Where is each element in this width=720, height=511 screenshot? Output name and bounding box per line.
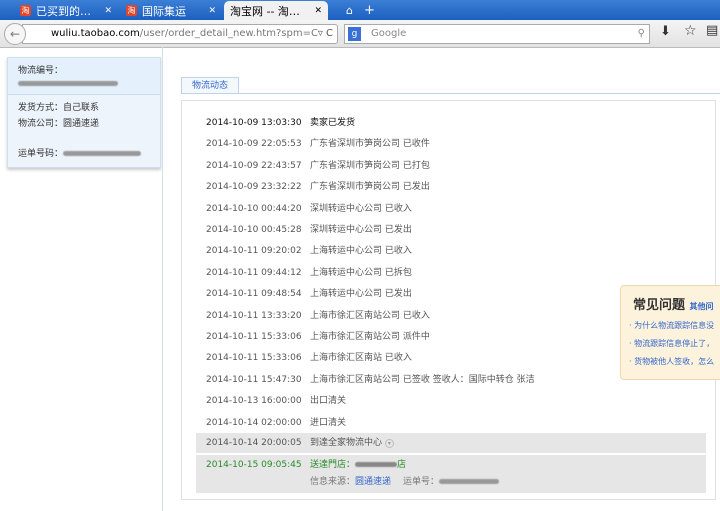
timeline-row: 2014-10-11 09:20:02 上海转运中心公司 已收入: [196, 241, 706, 261]
browser-tab[interactable]: 淘国际集运 ✕: [120, 1, 222, 20]
event-time: 2014-10-11 15:33:06: [206, 332, 302, 342]
google-icon: g: [348, 27, 361, 41]
event-description: 深圳转运中心公司 已发出: [310, 225, 412, 235]
faq-item[interactable]: · 货物被他人签收，怎么: [629, 353, 717, 371]
event-description: 上海转运中心公司 已拆包: [310, 267, 412, 278]
divider: [181, 93, 720, 94]
faq-panel: 常见问题 其他问 · 为什么物流跟踪信息没 · 物流跟踪信息停止了， · 货物被…: [620, 285, 720, 380]
event-time: 2014-10-09 13:03:30: [206, 118, 302, 128]
faq-item[interactable]: · 为什么物流跟踪信息没: [629, 317, 717, 335]
timeline-row: 2014-10-15 09:05:45 送達門店：店信息来源：圆通速递 运单号：: [196, 455, 706, 493]
reload-icon[interactable]: ▿ C: [318, 25, 333, 43]
taobao-icon: 淘: [126, 5, 137, 16]
navigation-bar: wuliu.taobao.com/user/order_detail_new.h…: [0, 20, 720, 48]
event-time: 2014-10-11 15:33:06: [206, 353, 302, 364]
timeline-row: 2014-10-09 22:43:57 广东省深圳市笋岗公司 已打包: [196, 156, 706, 176]
timeline-row: 2014-10-10 00:44:20 深圳转运中心公司 已收入: [196, 199, 706, 219]
event-description: 深圳转运中心公司 已收入: [310, 203, 412, 214]
browser-tab-bar: 淘已买到的… ✕ 淘国际集运 ✕ 淘宝网 -- 淘… ✕ ⌂ +: [0, 0, 720, 20]
order-info-panel: 物流编号： 发货方式：自己联系 物流公司：圆通速递 运单号码：: [7, 57, 161, 168]
event-time: 2014-10-11 13:33:20: [206, 310, 302, 321]
expand-icon[interactable]: ▾: [384, 439, 394, 448]
event-time: 2014-10-10 00:44:20: [206, 203, 302, 214]
event-description: 上海转运中心公司 已收入: [310, 246, 412, 257]
timeline-row: 2014-10-09 13:03:30 卖家已发货: [196, 113, 706, 133]
source-info: 信息来源：圆通速递 运单号：: [310, 472, 500, 492]
browser-tab[interactable]: 淘已买到的… ✕: [14, 1, 118, 20]
carrier-link[interactable]: 圆通速递: [355, 477, 391, 487]
close-icon[interactable]: ✕: [208, 6, 216, 16]
event-time: 2014-10-11 09:20:02: [206, 246, 302, 257]
event-time: 2014-10-14 20:00:05: [206, 438, 302, 448]
event-description: 出口清关: [310, 396, 347, 407]
timeline-row: 2014-10-09 23:32:22 广东省深圳市笋岗公司 已发出: [196, 177, 706, 197]
event-time: 2014-10-11 09:44:12: [206, 267, 302, 278]
event-time: 2014-10-11 15:47:30: [206, 374, 302, 385]
bookmark-star-icon[interactable]: ☆: [684, 23, 697, 39]
event-time: 2014-10-09 22:05:53: [206, 139, 302, 150]
download-icon[interactable]: ⬇: [660, 24, 671, 39]
event-description: 上海市徐汇区南站公司 派件中: [310, 332, 430, 342]
faq-item[interactable]: · 物流跟踪信息停止了，: [629, 335, 717, 353]
timeline-row: 2014-10-09 22:05:53 广东省深圳市笋岗公司 已收件: [196, 134, 706, 154]
redacted-waybill: [439, 479, 500, 484]
event-description: 进口清关: [310, 417, 347, 428]
close-icon[interactable]: ✕: [104, 6, 112, 16]
event-description: 到達全家物流中心 ▾: [310, 433, 394, 453]
divider: [162, 47, 163, 511]
browser-tab-active[interactable]: 淘宝网 -- 淘… ✕: [224, 1, 328, 20]
timeline-row: 2014-10-10 00:45:28 深圳转运中心公司 已发出: [196, 220, 706, 240]
event-time: 2014-10-13 16:00:00: [206, 396, 302, 407]
redacted-tracking-number: [18, 81, 118, 86]
close-icon[interactable]: ✕: [314, 6, 322, 16]
event-time: 2014-10-11 09:48:54: [206, 289, 302, 300]
event-time: 2014-10-14 02:00:00: [206, 417, 302, 428]
event-time: 2014-10-15 09:05:45: [206, 460, 302, 470]
timeline-row: 2014-10-14 20:00:05 到達全家物流中心 ▾: [196, 433, 706, 453]
event-time: 2014-10-10 00:45:28: [206, 225, 302, 235]
event-description: 广东省深圳市笋岗公司 已打包: [310, 160, 430, 171]
timeline-row: 2014-10-11 09:44:12 上海转运中心公司 已拆包: [196, 263, 706, 283]
redacted-store: [355, 462, 398, 467]
back-button[interactable]: ←: [4, 23, 26, 45]
event-description: 广东省深圳市笋岗公司 已收件: [310, 139, 430, 150]
event-description: 上海市徐汇区南站公司 已收入: [310, 310, 430, 321]
search-icon[interactable]: ⚲: [638, 25, 645, 43]
bookmarks-icon[interactable]: ▤: [706, 23, 718, 38]
faq-more-link[interactable]: 其他问: [690, 301, 714, 311]
event-time: 2014-10-09 23:32:22: [206, 182, 302, 193]
redacted-waybill: [63, 151, 142, 156]
event-description: 卖家已发货: [310, 118, 356, 128]
search-input[interactable]: g Google ⚲: [344, 24, 650, 44]
address-bar[interactable]: wuliu.taobao.com/user/order_detail_new.h…: [22, 24, 338, 44]
timeline-row: 2014-10-13 16:00:00 出口清关: [196, 391, 706, 411]
new-tab-button[interactable]: +: [358, 1, 375, 20]
event-time: 2014-10-09 22:43:57: [206, 160, 302, 171]
event-description: 上海市徐汇区南站公司 已签收 签收人：国际中转仓 张洁: [310, 374, 535, 385]
event-description: 上海转运中心公司 已发出: [310, 289, 412, 300]
taobao-icon: 淘: [20, 5, 31, 16]
timeline-row: 2014-10-14 02:00:00 进口清关: [196, 413, 706, 433]
event-description: 上海市徐汇区南站 已收入: [310, 353, 412, 364]
home-icon[interactable]: ⌂: [340, 1, 353, 20]
tab-logistics-status[interactable]: 物流动态: [181, 77, 239, 94]
event-description: 广东省深圳市笋岗公司 已发出: [310, 182, 430, 193]
